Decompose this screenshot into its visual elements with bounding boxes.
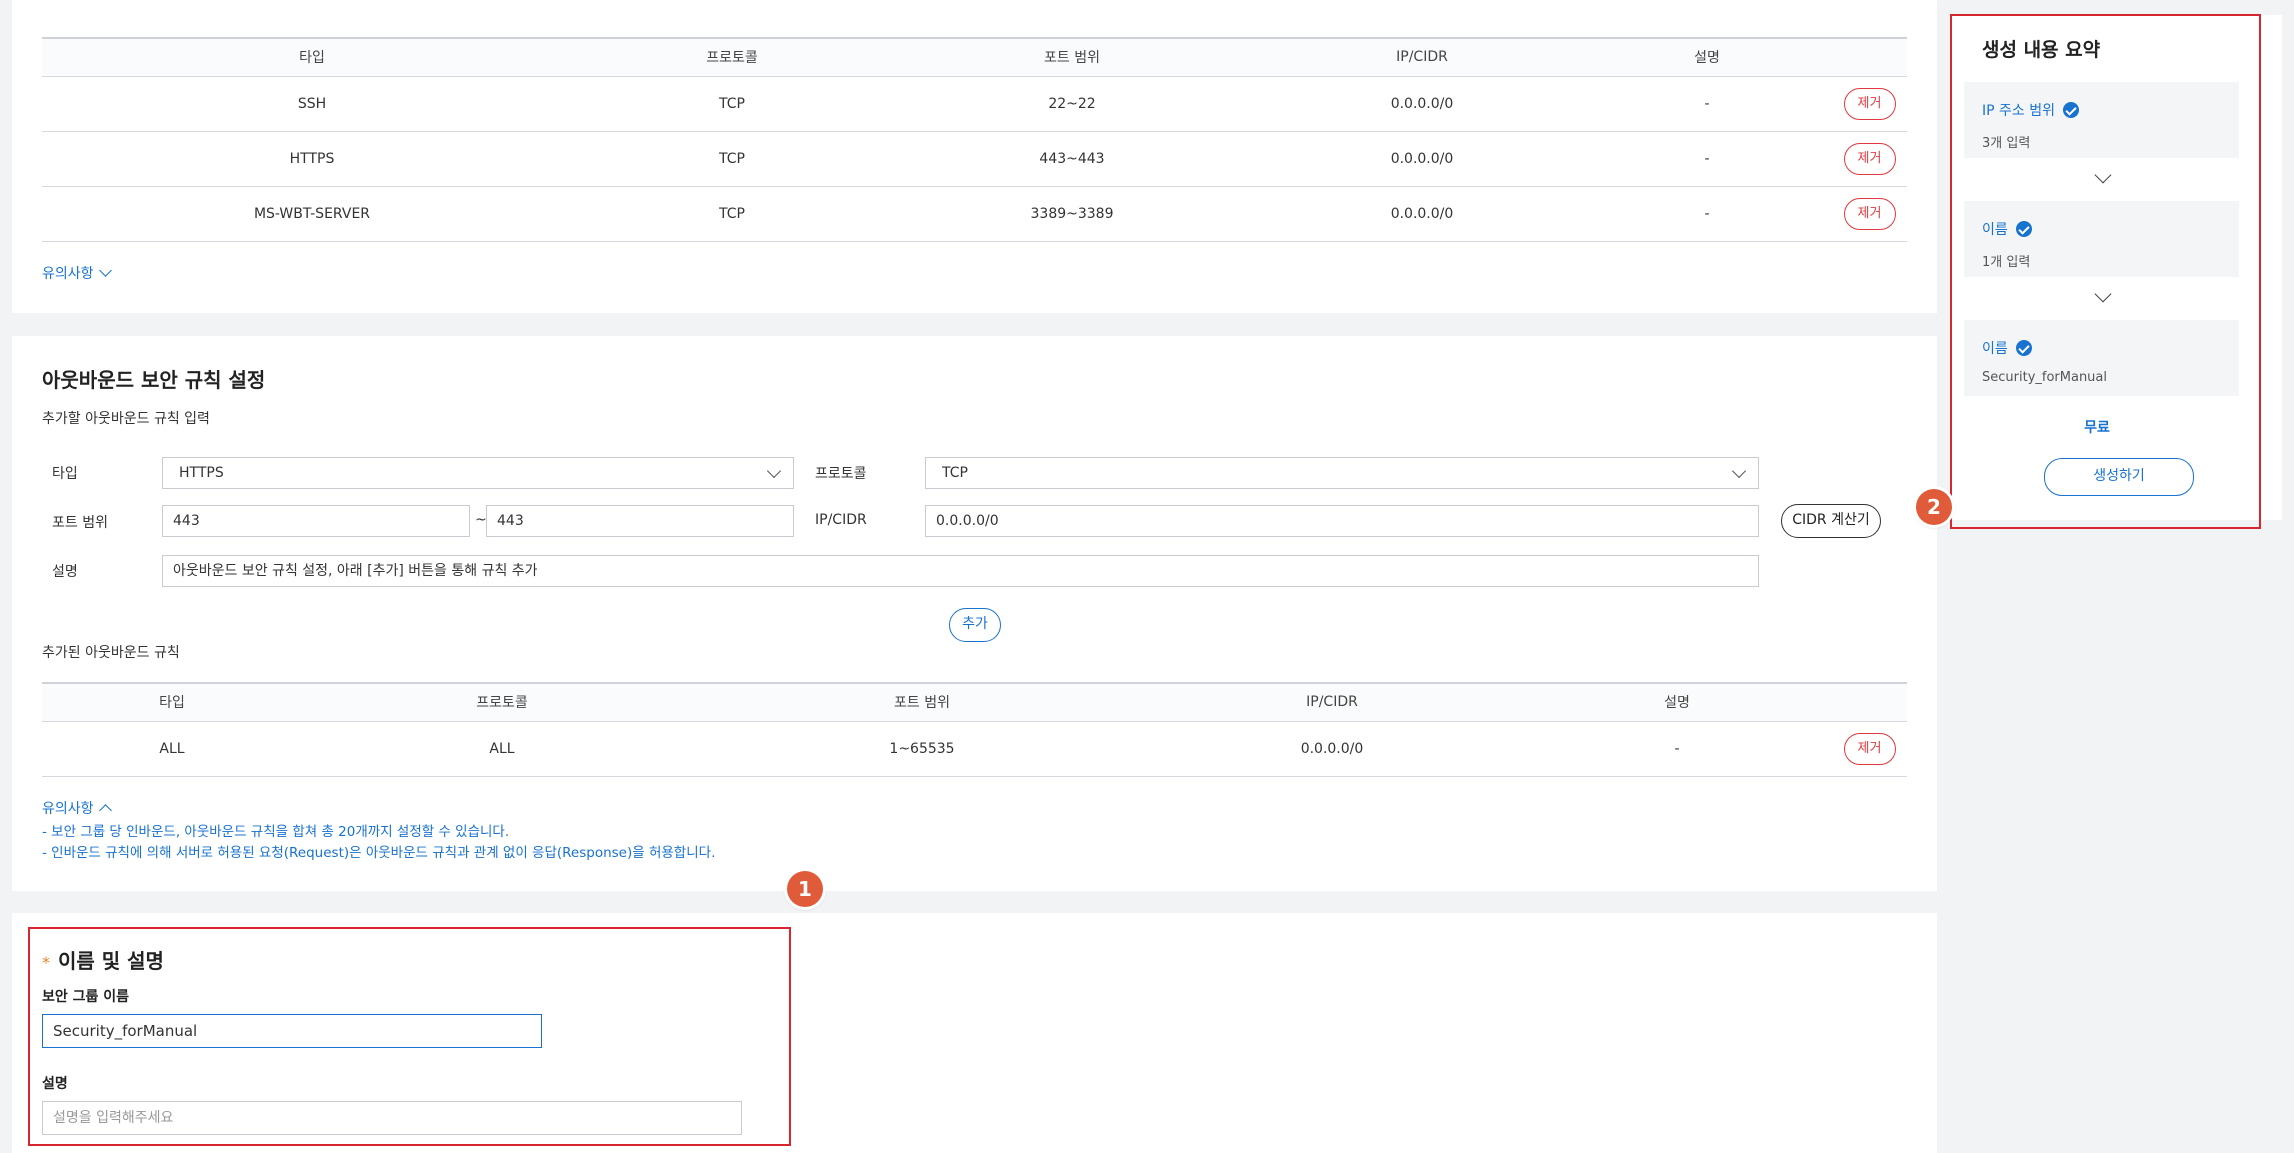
section-subtitle: 추가할 아웃바운드 규칙 입력 [42, 411, 210, 427]
chevron-down-icon [1731, 463, 1747, 479]
highlight-box-1 [28, 927, 791, 1146]
col-header: 프로토콜 [302, 682, 702, 722]
description-label: 설명 [52, 564, 78, 580]
protocol-select-value: TCP [942, 465, 968, 481]
chevron-up-icon [98, 804, 112, 817]
outbound-rules-table: 타입 프로토콜 포트 범위 IP/CIDR 설명 ALL ALL 1~65535… [42, 682, 1907, 777]
notice-line: - 인바운드 규칙에 의해 서버로 허용된 요청(Request)은 아웃바운드… [42, 845, 716, 861]
cell-type: SSH [42, 76, 582, 132]
table-row: HTTPS TCP 443~443 0.0.0.0/0 - 제거 [42, 131, 1907, 187]
col-header: 타입 [42, 682, 302, 722]
cell-protocol: ALL [302, 721, 702, 777]
cell-cidr: 0.0.0.0/0 [1262, 131, 1582, 187]
table-row: ALL ALL 1~65535 0.0.0.0/0 - 제거 [42, 721, 1907, 777]
protocol-label: 프로토콜 [815, 466, 867, 482]
remove-button[interactable]: 제거 [1843, 87, 1896, 120]
col-header: 타입 [42, 37, 582, 77]
cell-desc: - [1522, 721, 1832, 777]
cell-type: MS-WBT-SERVER [42, 186, 582, 242]
cell-port: 1~65535 [702, 721, 1142, 777]
col-header: 포트 범위 [702, 682, 1142, 722]
cell-protocol: TCP [582, 186, 882, 242]
cidr-calculator-button[interactable]: CIDR 계산기 [1781, 504, 1881, 538]
col-header: IP/CIDR [1262, 37, 1582, 77]
cell-type: HTTPS [42, 131, 582, 187]
col-header: 설명 [1582, 37, 1832, 77]
cell-port: 22~22 [882, 76, 1262, 132]
description-input[interactable]: 아웃바운드 보안 규칙 설정, 아래 [추가] 버튼을 통해 규칙 추가 [162, 555, 1759, 587]
chevron-down-icon [98, 264, 112, 277]
port-from-input[interactable]: 443 [162, 505, 470, 537]
cell-desc: - [1582, 76, 1832, 132]
cell-protocol: TCP [582, 76, 882, 132]
table-row: MS-WBT-SERVER TCP 3389~3389 0.0.0.0/0 - … [42, 186, 1907, 242]
type-select-value: HTTPS [179, 465, 224, 481]
added-rules-title: 추가된 아웃바운드 규칙 [42, 645, 180, 661]
port-range-separator: ~ [475, 512, 487, 528]
port-range-label: 포트 범위 [52, 515, 108, 531]
cell-type: ALL [42, 721, 302, 777]
cidr-input[interactable]: 0.0.0.0/0 [925, 505, 1759, 537]
notice-label: 유의사항 [42, 801, 94, 817]
notice-toggle[interactable]: 유의사항 [42, 263, 112, 283]
cell-port: 3389~3389 [882, 186, 1262, 242]
remove-button[interactable]: 제거 [1843, 142, 1896, 175]
add-rule-button[interactable]: 추가 [949, 608, 1001, 642]
remove-button[interactable]: 제거 [1843, 732, 1896, 765]
cell-desc: - [1582, 186, 1832, 242]
notice-label: 유의사항 [42, 266, 94, 282]
col-header [1832, 682, 1907, 722]
col-header: 프로토콜 [582, 37, 882, 77]
notice-line: - 보안 그룹 당 인바운드, 아웃바운드 규칙을 합쳐 총 20개까지 설정할… [42, 824, 510, 840]
protocol-select[interactable]: TCP [925, 457, 1759, 489]
chevron-down-icon [766, 463, 782, 479]
col-header: IP/CIDR [1142, 682, 1522, 722]
section-title: 아웃바운드 보안 규칙 설정 [42, 368, 266, 392]
cidr-label: IP/CIDR [815, 512, 867, 528]
col-header: 설명 [1522, 682, 1832, 722]
inbound-rules-table: 타입 프로토콜 포트 범위 IP/CIDR 설명 SSH TCP 22~22 0… [42, 37, 1907, 242]
cell-cidr: 0.0.0.0/0 [1142, 721, 1522, 777]
remove-button[interactable]: 제거 [1843, 197, 1896, 230]
cell-port: 443~443 [882, 131, 1262, 187]
cell-cidr: 0.0.0.0/0 [1262, 76, 1582, 132]
callout-badge-1: 1 [787, 871, 823, 907]
cell-desc: - [1582, 131, 1832, 187]
callout-badge-2: 2 [1916, 489, 1952, 525]
highlight-box-2 [1950, 14, 2261, 529]
outbound-rules-card: 아웃바운드 보안 규칙 설정 추가할 아웃바운드 규칙 입력 타입 HTTPS … [12, 336, 1937, 891]
inbound-rules-card: 타입 프로토콜 포트 범위 IP/CIDR 설명 SSH TCP 22~22 0… [12, 0, 1937, 313]
cell-cidr: 0.0.0.0/0 [1262, 186, 1582, 242]
port-to-input[interactable]: 443 [486, 505, 794, 537]
col-header: 포트 범위 [882, 37, 1262, 77]
cell-protocol: TCP [582, 131, 882, 187]
table-row: SSH TCP 22~22 0.0.0.0/0 - 제거 [42, 76, 1907, 132]
col-header [1832, 37, 1907, 77]
type-label: 타입 [52, 466, 78, 482]
notice-toggle[interactable]: 유의사항 [42, 798, 112, 818]
type-select[interactable]: HTTPS [162, 457, 794, 489]
